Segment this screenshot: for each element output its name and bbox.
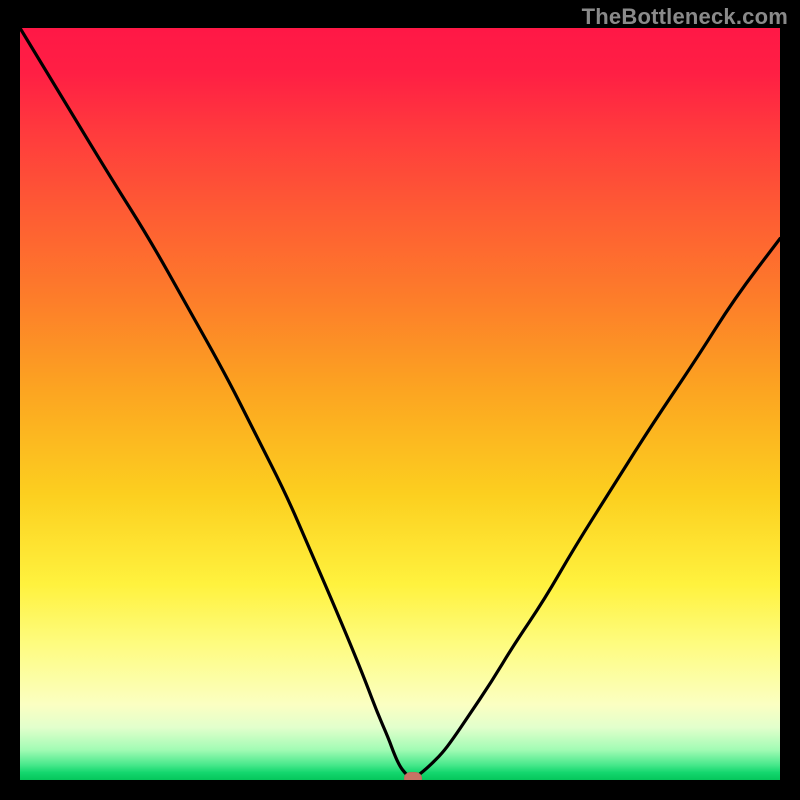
bottleneck-curve (20, 28, 780, 780)
chart-frame: TheBottleneck.com (0, 0, 800, 800)
plot-area (20, 28, 780, 780)
watermark-text: TheBottleneck.com (582, 4, 788, 30)
min-point-marker (404, 772, 422, 780)
